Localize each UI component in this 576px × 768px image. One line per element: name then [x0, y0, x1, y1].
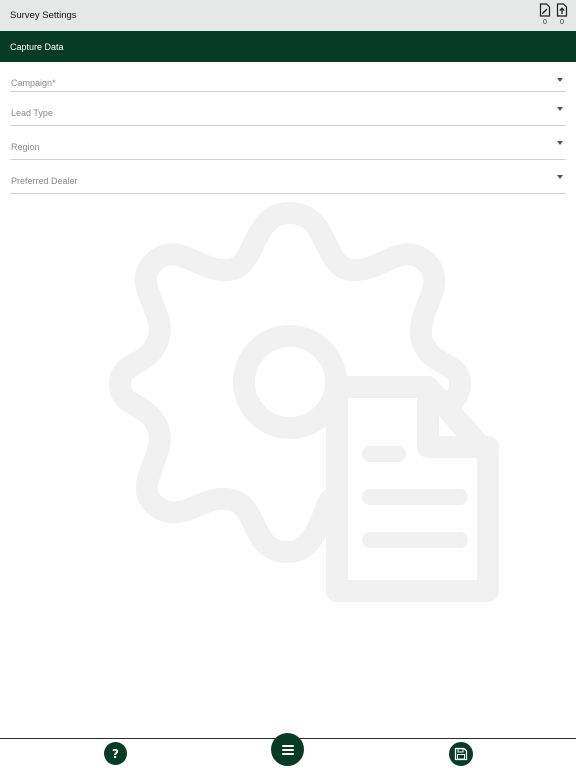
save-button[interactable] [449, 742, 473, 766]
region-dropdown[interactable]: Region [10, 131, 566, 160]
dropdown-caret-icon [557, 141, 563, 145]
upload-document-count: 0 [560, 19, 564, 26]
lead-type-dropdown[interactable]: Lead Type [10, 97, 566, 126]
help-button[interactable]: ? [104, 742, 127, 765]
section-title: Capture Data [10, 42, 64, 52]
edit-document-count: 0 [543, 19, 547, 26]
top-bar: Survey Settings 0 0 [0, 0, 576, 31]
upload-document-counter[interactable]: 0 [555, 3, 569, 29]
campaign-label: Campaign* [11, 78, 56, 88]
menu-button[interactable] [271, 733, 304, 766]
section-header: Capture Data [0, 31, 576, 62]
upload-document-icon [556, 3, 568, 17]
floppy-disk-icon [454, 747, 468, 761]
hamburger-menu-icon [281, 744, 294, 755]
campaign-dropdown[interactable]: Campaign* [10, 68, 566, 92]
edit-document-counter[interactable]: 0 [538, 3, 552, 29]
lead-type-label: Lead Type [11, 108, 53, 118]
preferred-dealer-label: Preferred Dealer [11, 176, 78, 186]
preferred-dealer-dropdown[interactable]: Preferred Dealer [10, 165, 566, 194]
edit-document-icon [539, 3, 551, 17]
dropdown-caret-icon [557, 175, 563, 179]
help-icon: ? [112, 746, 119, 761]
dropdown-caret-icon [557, 107, 563, 111]
region-label: Region [11, 142, 40, 152]
gear-document-icon [109, 202, 499, 602]
app-title: Survey Settings [10, 10, 77, 21]
dropdown-caret-icon [557, 78, 563, 82]
